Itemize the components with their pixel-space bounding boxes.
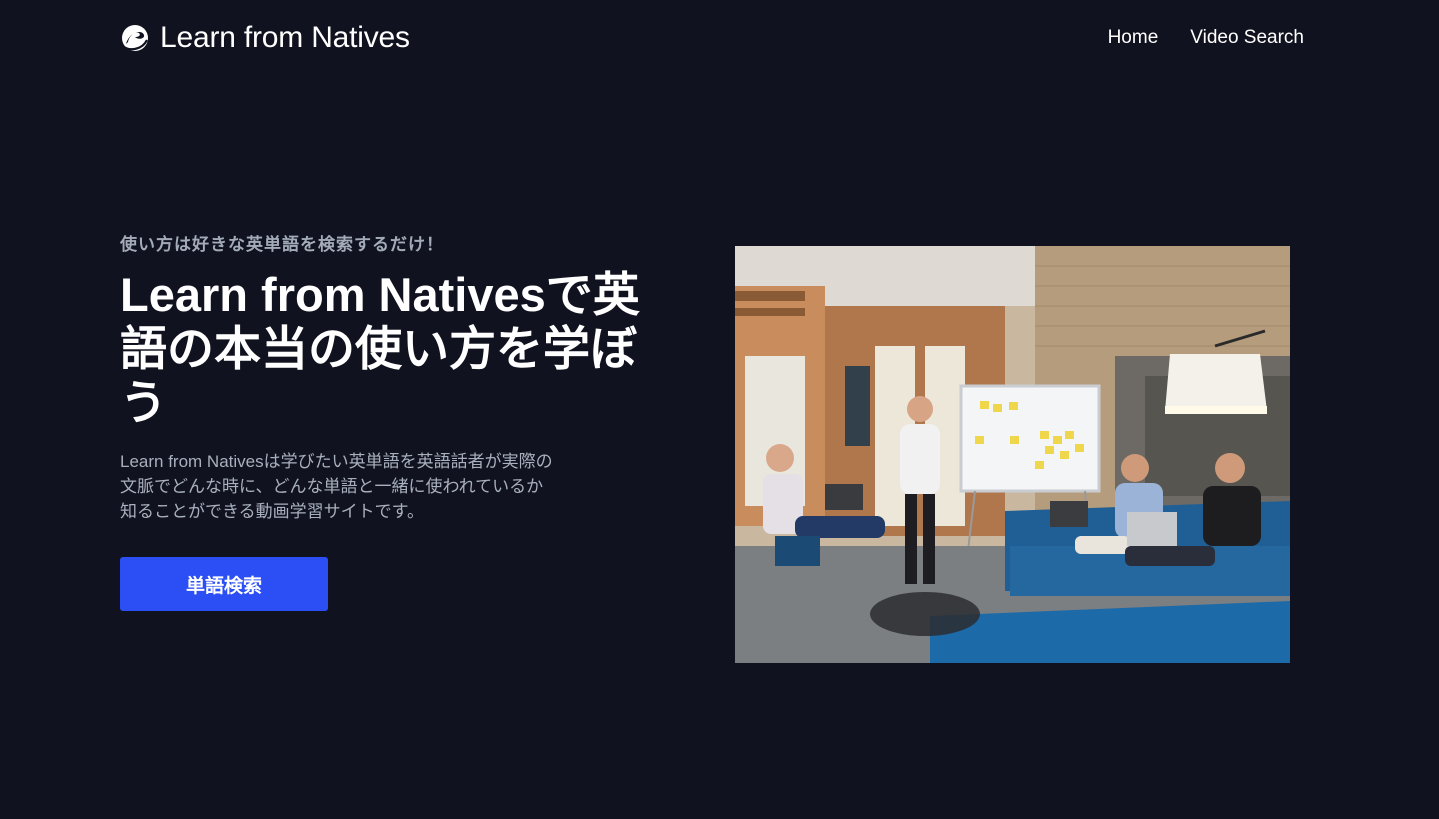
nav-link-home[interactable]: Home — [1108, 26, 1159, 50]
hero-headline: Learn from Nativesで英語の本当の使い方を学ぼう — [120, 268, 640, 429]
team-meeting-photo — [735, 246, 1290, 663]
hero-description: Learn from Nativesは学びたい英単語を英語話者が実際の文脈でどん… — [120, 452, 553, 521]
nav-link-video-search[interactable]: Video Search — [1190, 26, 1304, 50]
swirl-logo-icon — [122, 25, 148, 51]
brand-home-link[interactable]: Learn from Natives — [120, 20, 410, 56]
brand-name: Learn from Natives — [160, 21, 410, 54]
hero-eyebrow: 使い方は好きな英単語を検索するだけ！ — [120, 235, 444, 254]
landing-page: Learn from Natives Home Video Search 使い方… — [0, 0, 1439, 819]
main-nav: Home Video Search — [1108, 26, 1304, 50]
word-search-button[interactable]: 単語検索 — [120, 557, 328, 611]
